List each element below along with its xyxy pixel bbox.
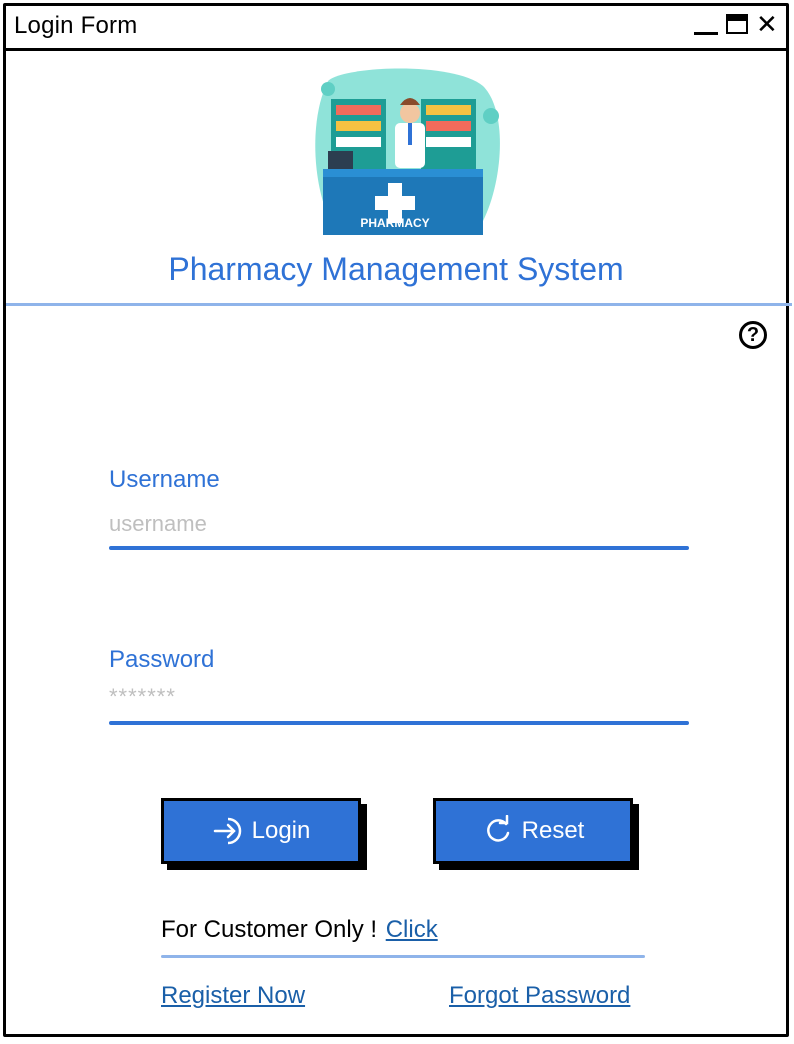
pharmacy-logo: PHARMACY [315, 68, 500, 235]
login-button-label: Login [251, 817, 311, 844]
username-label: Username [109, 466, 220, 493]
close-icon[interactable]: ✕ [756, 8, 778, 40]
customer-click-link[interactable]: Click [386, 916, 438, 943]
app-title: Pharmacy Management System [168, 251, 624, 287]
minimize-icon[interactable] [694, 32, 718, 35]
username-underline [109, 546, 689, 550]
title-bar: Login Form ✕ [6, 6, 786, 51]
forgot-password-link[interactable]: Forgot Password [449, 982, 630, 1010]
reset-button-label: Reset [521, 817, 585, 844]
customer-text: For Customer Only ! Click [161, 916, 438, 944]
customer-divider [161, 955, 645, 958]
maximize-icon[interactable] [726, 14, 748, 34]
help-icon[interactable]: ? [739, 321, 767, 349]
password-input[interactable]: ******* [109, 684, 176, 710]
login-window: Login Form ✕ PHARMACY Pharmacy Managemen… [3, 3, 792, 1037]
login-button[interactable]: Login [161, 798, 361, 864]
customer-label: For Customer Only ! [161, 916, 378, 943]
username-input[interactable]: username [109, 511, 207, 537]
login-icon [213, 817, 241, 845]
header-divider [6, 303, 792, 306]
password-underline [109, 721, 689, 725]
register-now-link[interactable]: Register Now [161, 982, 305, 1010]
reset-button[interactable]: Reset [433, 798, 633, 864]
window-title: Login Form [14, 12, 138, 39]
logo-sign-text: PHARMACY [360, 216, 429, 230]
reset-icon [486, 815, 509, 842]
password-label: Password [109, 646, 215, 673]
